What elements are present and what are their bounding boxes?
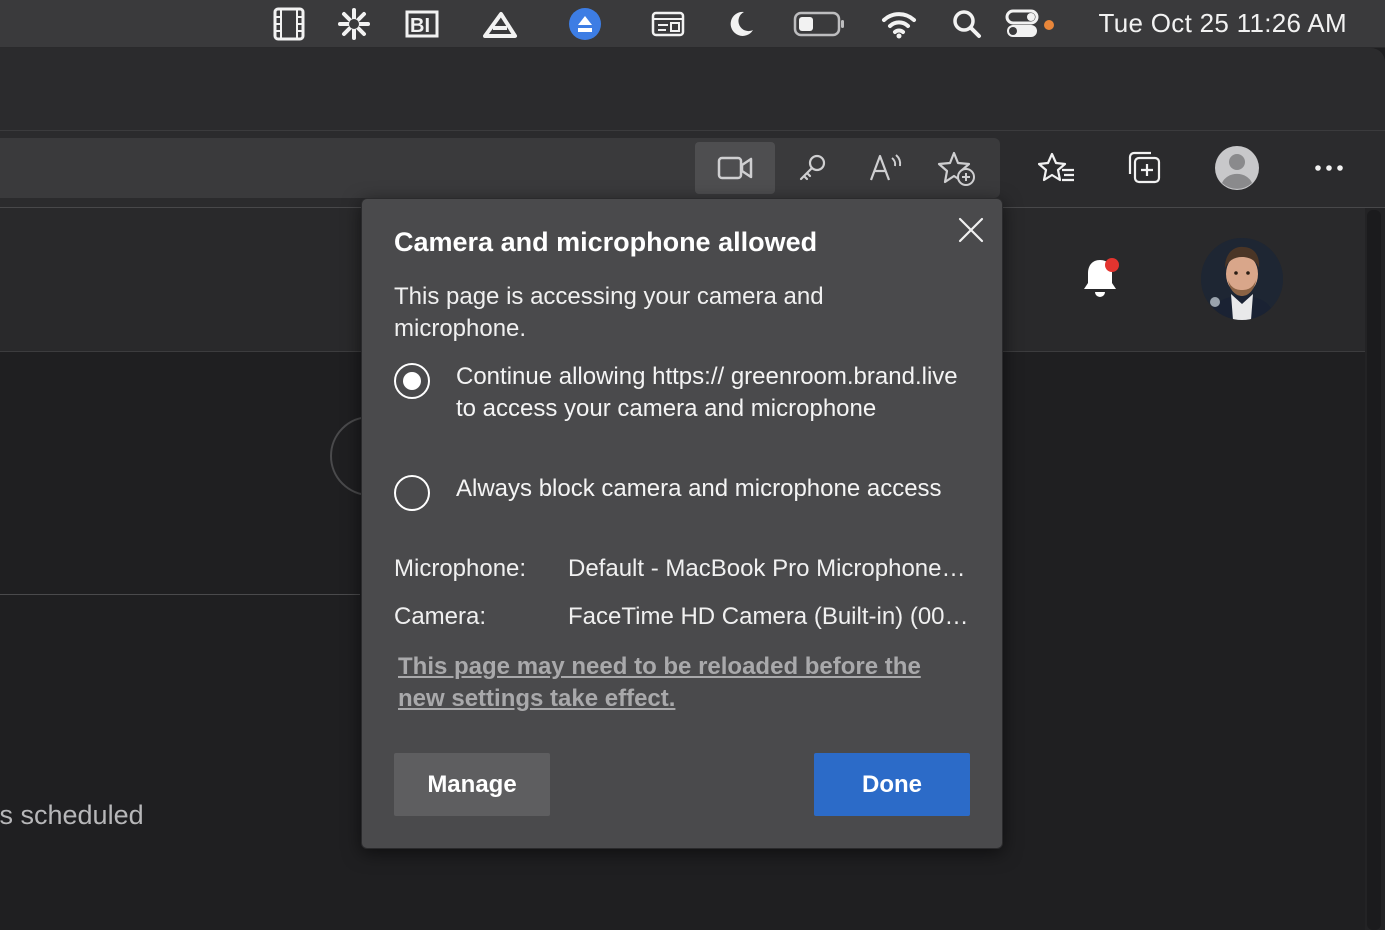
manage-button[interactable]: Manage <box>394 753 550 816</box>
continue-allowing-label: Continue allowing https:// greenroom.bra… <box>456 363 958 422</box>
browser-title-bar <box>0 48 1385 130</box>
microphone-row: Microphone: Default - MacBook Pro Microp… <box>394 555 974 583</box>
passwords-button[interactable] <box>772 142 852 194</box>
content-divider <box>0 594 360 595</box>
read-aloud-icon <box>869 154 902 181</box>
collections-button[interactable] <box>1113 142 1177 194</box>
user-photo-icon <box>1201 238 1283 320</box>
wifi-icon[interactable] <box>880 6 918 42</box>
microphone-label: Microphone: <box>394 555 527 582</box>
bi-app-icon[interactable]: BI <box>404 6 444 42</box>
scrollbar-thumb[interactable] <box>1367 210 1381 930</box>
spotlight-search-icon[interactable] <box>950 6 984 42</box>
video-camera-icon <box>717 156 753 180</box>
settings-more-button[interactable] <box>1297 142 1361 194</box>
close-popup-button[interactable] <box>954 213 988 247</box>
keyboard-viewer-icon[interactable] <box>648 6 688 42</box>
recording-indicator-dot <box>1044 20 1054 30</box>
popup-description: This page is accessing your camera and m… <box>394 283 824 342</box>
menu-bar-clock[interactable]: Tue Oct 25 11:26 AM <box>1099 8 1348 39</box>
notification-badge <box>1105 258 1119 272</box>
microphone-select[interactable]: Default - MacBook Pro Microphone (Built-… <box>568 555 972 583</box>
reload-page-link[interactable]: This page may need to be reloaded before… <box>398 651 958 715</box>
add-favorite-button[interactable] <box>916 142 996 194</box>
done-button[interactable]: Done <box>814 753 970 816</box>
option-always-block[interactable]: Always block camera and microphone acces… <box>394 473 966 511</box>
star-add-icon <box>937 151 975 186</box>
sparkle-icon[interactable] <box>335 6 373 42</box>
radio-selected-dot <box>403 372 421 390</box>
film-strip-icon[interactable] <box>270 6 308 42</box>
camera-select[interactable]: FaceTime HD Camera (Built-in) (0000:0000… <box>568 603 972 631</box>
stamp-app-icon[interactable] <box>480 6 520 42</box>
always-block-radio[interactable] <box>394 475 430 511</box>
camera-permission-button[interactable] <box>695 142 775 194</box>
camera-label: Camera: <box>394 603 487 630</box>
camera-row: Camera: FaceTime HD Camera (Built-in) (0… <box>394 603 974 631</box>
continue-allowing-radio[interactable] <box>394 363 430 399</box>
macos-menu-bar: BI Tue Oct 25 11:26 AM <box>0 0 1385 48</box>
key-icon <box>799 154 826 181</box>
moon-icon[interactable] <box>724 6 758 42</box>
more-horizontal-icon <box>1315 165 1343 171</box>
battery-icon[interactable] <box>792 6 848 42</box>
popup-title: Camera and microphone allowed <box>394 227 818 257</box>
eject-icon[interactable] <box>566 6 604 42</box>
control-center-icon[interactable] <box>1004 6 1040 42</box>
collections-icon <box>1128 151 1161 184</box>
profile-avatar-icon <box>1215 146 1259 190</box>
scheduled-text-fragment: ts scheduled <box>0 800 144 830</box>
favorites-list-icon <box>1038 152 1074 182</box>
close-icon <box>958 217 984 243</box>
svg-text:BI: BI <box>410 15 430 37</box>
profile-button[interactable] <box>1205 142 1269 194</box>
user-avatar[interactable] <box>1201 238 1283 320</box>
option-continue-allowing[interactable]: Continue allowing https:// greenroom.bra… <box>394 361 966 425</box>
read-aloud-button[interactable] <box>846 142 926 194</box>
camera-permission-popup: Camera and microphone allowed This page … <box>361 198 1003 849</box>
favorites-button[interactable] <box>1025 142 1089 194</box>
always-block-label: Always block camera and microphone acces… <box>456 475 942 502</box>
